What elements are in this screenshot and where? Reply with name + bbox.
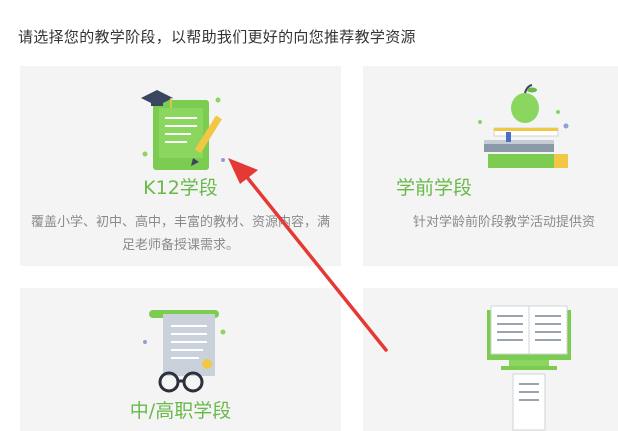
stage-card-k12[interactable]: K12学段 覆盖小学、初中、高中，丰富的教材、资源内容，满足老师备授课需求。 xyxy=(20,66,341,266)
card-title: 中/高职学段 xyxy=(129,400,232,422)
page-heading: 请选择您的教学阶段，以帮助我们更好的向您推荐教学资源 xyxy=(18,28,416,46)
scroll-glasses-icon xyxy=(143,310,226,393)
open-book-icon xyxy=(487,305,571,431)
card-title: 学前学段 xyxy=(396,177,473,199)
diploma-certificate-icon xyxy=(141,90,225,170)
books-apple-icon xyxy=(478,84,569,168)
stage-card-preschool[interactable]: 学前学段 针对学龄前阶段教学活动提供资 xyxy=(363,66,618,266)
card-description: 针对学龄前阶段教学活动提供资 xyxy=(413,215,596,230)
stage-card-fourth[interactable] xyxy=(363,288,618,431)
card-description: 覆盖小学、初中、高中，丰富的教材、资源内容，满足老师备授课需求。 xyxy=(30,215,330,253)
stage-card-vocational[interactable]: 中/高职学段 xyxy=(20,288,341,431)
card-title: K12学段 xyxy=(143,177,218,199)
